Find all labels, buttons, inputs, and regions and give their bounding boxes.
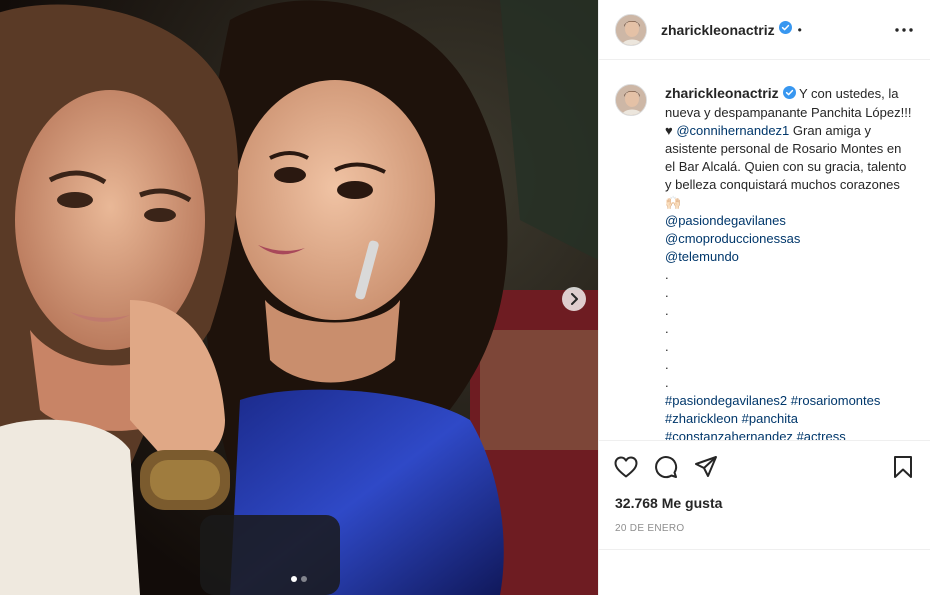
save-button[interactable] <box>890 454 916 480</box>
caption-dot: . <box>665 338 669 354</box>
caption-dot: . <box>665 302 669 318</box>
caption-dot: . <box>665 266 669 282</box>
post-photo[interactable] <box>0 0 598 595</box>
profile-picture <box>616 14 646 45</box>
mention-link[interactable]: @pasiondegavilanes <box>665 213 786 228</box>
hashtag-link[interactable]: #panchita <box>742 411 798 426</box>
post-header: zharickleonactriz • <box>599 0 930 60</box>
carousel-dot <box>301 576 307 582</box>
mention-link[interactable]: @telemundo <box>665 249 739 264</box>
carousel-indicator <box>0 576 598 582</box>
like-button[interactable] <box>613 454 639 480</box>
post-date: 20 DE ENERO <box>615 523 685 534</box>
share-button[interactable] <box>693 454 719 480</box>
post-username[interactable]: zharickleonactriz <box>661 22 775 38</box>
caption-dot: . <box>665 320 669 336</box>
verified-badge-icon <box>782 85 796 104</box>
hashtag-link[interactable]: #rosariomontes <box>791 393 881 408</box>
hashtag-link[interactable]: #pasiondegavilanes2 <box>665 393 787 408</box>
mention-link[interactable]: @connihernandez1 <box>676 123 789 138</box>
selfie-photo <box>0 0 598 595</box>
caption-dot: . <box>665 374 669 390</box>
chevron-right-icon <box>571 293 578 305</box>
paper-plane-icon <box>695 456 717 477</box>
verified-badge-icon <box>778 20 792 39</box>
instagram-post: zharickleonactriz • zharickleonactriz Y … <box>0 0 930 595</box>
caption-row: zharickleonactriz Y con ustedes, la nuev… <box>615 84 914 440</box>
header-separator: • <box>797 22 802 37</box>
comment-button[interactable] <box>653 454 679 480</box>
action-section: 32.768 Me gusta 20 DE ENERO <box>599 440 930 534</box>
caption-avatar[interactable] <box>615 84 647 116</box>
likes-count[interactable]: 32.768 Me gusta <box>599 495 930 511</box>
hashtag-link[interactable]: #actress <box>797 429 846 440</box>
hashtag-link[interactable]: #zharickleon <box>665 411 738 426</box>
action-bar <box>599 441 930 493</box>
hashtag-link[interactable]: #constanzahernandez <box>665 429 793 440</box>
next-photo-button[interactable] <box>562 287 586 311</box>
comment-icon <box>655 456 678 479</box>
more-options-icon <box>895 28 913 32</box>
heart-icon <box>614 456 638 478</box>
more-options-button[interactable] <box>892 20 916 40</box>
caption-dot: . <box>665 284 669 300</box>
caption-dot: . <box>665 356 669 372</box>
carousel-dot-active <box>291 576 297 582</box>
avatar[interactable] <box>615 13 647 46</box>
caption-area: zharickleonactriz Y con ustedes, la nuev… <box>599 60 930 440</box>
profile-picture <box>616 85 646 115</box>
caption-username[interactable]: zharickleonactriz <box>665 85 779 101</box>
bookmark-icon <box>894 456 912 478</box>
mention-link[interactable]: @cmoproduccionessas <box>665 231 800 246</box>
post-sidebar: zharickleonactriz • zharickleonactriz Y … <box>598 0 930 595</box>
caption-text: zharickleonactriz Y con ustedes, la nuev… <box>665 84 914 440</box>
comment-input[interactable] <box>615 565 914 580</box>
comment-bar <box>599 549 930 595</box>
